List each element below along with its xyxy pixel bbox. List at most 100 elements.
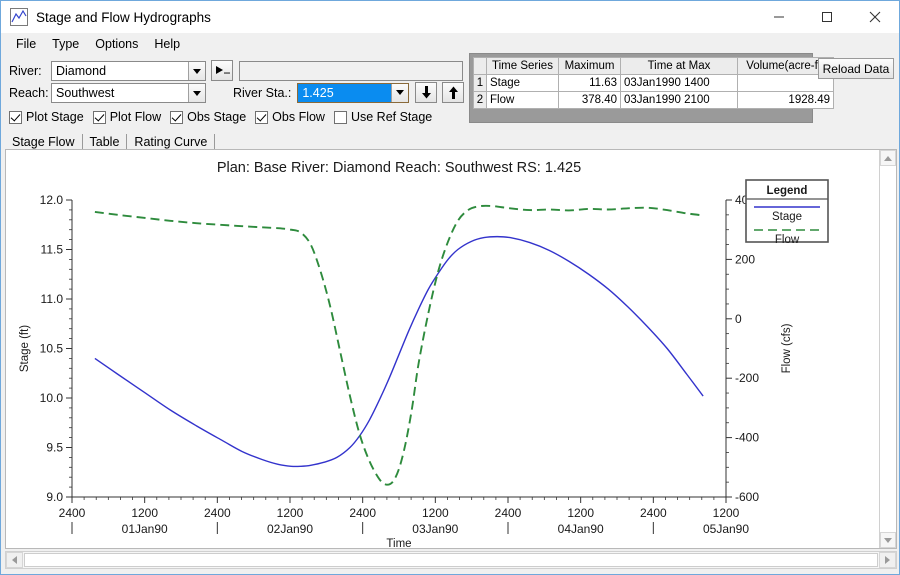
hydrograph-chart: Plan: Base River: Diamond Reach: Southwe… (19, 160, 829, 548)
svg-text:2400: 2400 (640, 506, 667, 520)
checkbox-plot-flow[interactable]: Plot Flow (92, 110, 162, 124)
minimize-button[interactable] (755, 1, 803, 33)
th-time-at-max: Time at Max (620, 57, 738, 75)
plot-options-checkboxes: Plot Stage Plot Flow Obs Stage Obs Flow … (9, 110, 441, 124)
stage-flow-hydrographs-window: Stage and Flow Hydrographs File Type Opt… (0, 0, 900, 575)
plot-container: Plan: Base River: Diamond Reach: Southwe… (5, 149, 897, 549)
svg-text:10.0: 10.0 (40, 391, 64, 405)
svg-text:04Jan90: 04Jan90 (558, 522, 604, 536)
checkbox-use-ref-stage-box[interactable] (333, 110, 347, 124)
svg-text:10.5: 10.5 (40, 342, 64, 356)
svg-text:-600: -600 (735, 490, 759, 504)
svg-text:9.0: 9.0 (46, 490, 63, 504)
svg-text:2400: 2400 (59, 506, 86, 520)
reach-combo-value: Southwest (56, 86, 115, 100)
checkbox-plot-flow-label: Plot Flow (109, 110, 162, 124)
svg-text:Stage (ft): Stage (ft) (19, 325, 31, 372)
river-sta-combo[interactable]: 1.425 (297, 82, 410, 103)
hydrograph-icon (10, 8, 28, 26)
animate-play-button[interactable] (211, 60, 233, 81)
checkbox-obs-stage-box[interactable] (170, 110, 184, 124)
menu-options[interactable]: Options (87, 35, 146, 53)
svg-text:-200: -200 (735, 371, 759, 385)
reach-row: Reach: Southwest (9, 83, 206, 103)
svg-text:11.5: 11.5 (41, 243, 64, 257)
reach-combo[interactable]: Southwest (51, 83, 206, 103)
svg-text:Flow: Flow (775, 234, 800, 246)
scroll-left-button[interactable] (6, 552, 23, 568)
cell-maximum: 11.63 (558, 74, 621, 92)
svg-text:2400: 2400 (204, 506, 231, 520)
chevron-down-icon[interactable] (188, 62, 205, 80)
cell-rownum: 2 (473, 91, 487, 109)
chevron-down-icon[interactable] (188, 84, 205, 102)
summary-table: Time Series Maximum Time at Max Volume(a… (473, 57, 834, 109)
checkbox-obs-flow-box[interactable] (255, 110, 269, 124)
svg-text:9.5: 9.5 (46, 441, 63, 455)
svg-text:2400: 2400 (349, 506, 376, 520)
svg-text:Flow (cfs): Flow (cfs) (781, 323, 793, 373)
svg-text:1200: 1200 (567, 506, 594, 520)
chevron-down-icon[interactable] (391, 83, 409, 102)
menu-help[interactable]: Help (146, 35, 188, 53)
menu-file[interactable]: File (8, 35, 44, 53)
checkbox-plot-stage[interactable]: Plot Stage (9, 110, 84, 124)
series-line-flow (94, 204, 704, 486)
cell-volume: 1928.49 (737, 91, 834, 109)
window-horizontal-scrollbar[interactable] (5, 551, 897, 569)
series-line-stage (94, 235, 704, 468)
svg-text:11.0: 11.0 (41, 292, 64, 306)
next-station-down-button[interactable] (415, 82, 438, 103)
svg-text:2400: 2400 (495, 506, 522, 520)
checkbox-obs-flow[interactable]: Obs Flow (255, 110, 325, 124)
scroll-thumb[interactable] (24, 553, 878, 567)
plot-canvas: Plan: Base River: Diamond Reach: Southwe… (6, 150, 880, 548)
svg-text:Legend: Legend (767, 185, 808, 197)
th-time-series: Time Series (486, 57, 559, 75)
river-row: River: Diamond (9, 61, 206, 81)
checkbox-plot-stage-box[interactable] (9, 110, 22, 124)
table-row[interactable]: 2 Flow 378.40 03Jan1990 2100 1928.49 (473, 91, 834, 109)
river-sta-label: River Sta.: (233, 85, 292, 100)
scroll-down-button[interactable] (880, 532, 896, 548)
svg-text:Stage: Stage (772, 211, 802, 223)
svg-text:1200: 1200 (277, 506, 304, 520)
play-row (211, 60, 463, 81)
next-station-up-button[interactable] (442, 82, 465, 103)
checkbox-obs-stage[interactable]: Obs Stage (170, 110, 246, 124)
cell-time-at-max: 03Jan1990 1400 (620, 74, 738, 92)
svg-text:01Jan90: 01Jan90 (122, 522, 168, 536)
svg-text:-400: -400 (735, 431, 759, 445)
cell-time-series: Flow (486, 91, 559, 109)
profile-text-field[interactable] (239, 60, 463, 81)
checkbox-plot-flow-box[interactable] (92, 110, 106, 124)
river-combo[interactable]: Diamond (51, 61, 206, 81)
th-rownum (473, 57, 487, 75)
menu-type[interactable]: Type (44, 35, 87, 53)
river-combo-value: Diamond (56, 64, 107, 78)
reload-data-button[interactable]: Reload Data (818, 58, 894, 79)
checkbox-use-ref-stage[interactable]: Use Ref Stage (333, 110, 432, 124)
river-label: River: (9, 64, 42, 78)
table-row[interactable]: 1 Stage 11.63 03Jan1990 1400 (473, 74, 834, 92)
scroll-right-button[interactable] (879, 552, 896, 568)
svg-text:1200: 1200 (713, 506, 740, 520)
cell-time-series: Stage (486, 74, 559, 92)
scroll-up-button[interactable] (880, 150, 896, 166)
maximize-button[interactable] (803, 1, 851, 33)
checkbox-obs-flow-label: Obs Flow (272, 110, 325, 124)
svg-text:Plan: Base River: Diamond: Plan: Base River: Diamond Reach: Southwe… (217, 160, 581, 176)
checkbox-obs-stage-label: Obs Stage (187, 110, 247, 124)
checkbox-plot-stage-label: Plot Stage (26, 110, 84, 124)
menu-bar: File Type Options Help (1, 33, 899, 55)
cell-rownum: 1 (473, 74, 487, 92)
svg-text:05Jan90: 05Jan90 (703, 522, 749, 536)
plot-vertical-scrollbar[interactable] (879, 150, 896, 548)
cell-time-at-max: 03Jan1990 2100 (620, 91, 738, 109)
reach-label: Reach: (9, 86, 49, 100)
svg-text:Time: Time (386, 538, 411, 548)
svg-text:200: 200 (735, 252, 755, 266)
river-sta-combo-value: 1.425 (298, 83, 392, 102)
window-titlebar: Stage and Flow Hydrographs (1, 1, 899, 33)
close-button[interactable] (851, 1, 899, 33)
